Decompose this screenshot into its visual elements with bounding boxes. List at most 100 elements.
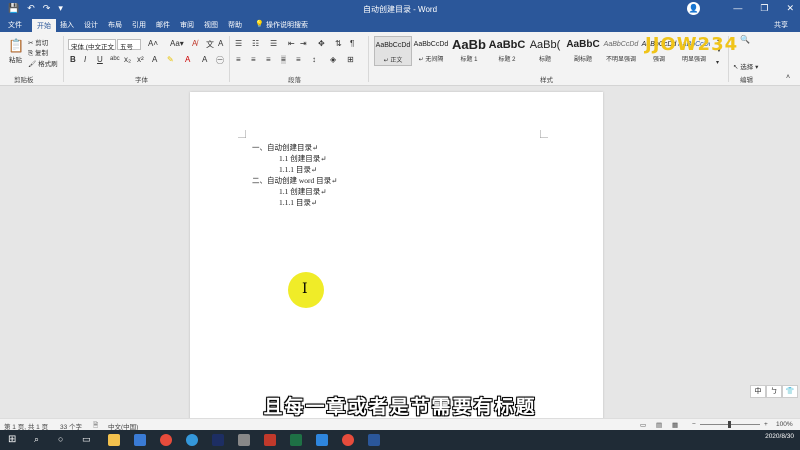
ime-skin-button[interactable]: 👕 — [782, 385, 798, 398]
font-case-icon[interactable]: Aa▾ — [170, 39, 184, 48]
phone-icon[interactable] — [316, 434, 328, 446]
browser-icon[interactable] — [134, 434, 146, 446]
document-page[interactable]: 一、自动创建目录↵ 1.1 创建目录↵ 1.1.1 目录↵ 二、自动创建 wor… — [190, 92, 603, 422]
font-color-icon[interactable]: A — [185, 55, 190, 64]
style-subtle-emphasis[interactable]: AaBbCcDd 不明显强调 — [602, 36, 640, 66]
select-button[interactable]: ↖ 选择 ▾ — [733, 61, 758, 71]
subscript-icon[interactable]: x₂ — [124, 55, 131, 64]
cut-button[interactable]: ✂ 剪切 — [28, 37, 48, 47]
tool-icon[interactable] — [238, 434, 250, 446]
text-effects-icon[interactable]: A — [152, 55, 157, 64]
ime-mode-button[interactable]: 中 — [750, 385, 766, 398]
show-marks-icon[interactable]: ¶ — [350, 39, 354, 48]
user-avatar-icon[interactable]: 👤 — [687, 2, 700, 15]
tab-design[interactable]: 设计 — [84, 20, 98, 30]
collapse-ribbon-icon[interactable]: ˄ — [786, 74, 790, 81]
tab-review[interactable]: 审阅 — [180, 20, 194, 30]
tab-help[interactable]: 帮助 — [228, 20, 242, 30]
task-view-icon[interactable]: ▭ — [82, 434, 94, 446]
format-painter-button[interactable]: 🖌 格式刷 — [28, 58, 58, 68]
multilevel-list-icon[interactable]: ☰ — [270, 39, 277, 48]
tab-file[interactable]: 文件 — [8, 20, 22, 30]
align-center-icon[interactable]: ≡ — [251, 55, 256, 64]
tab-home[interactable]: 开始 — [32, 19, 56, 32]
style-heading-1[interactable]: AaBb 标题 1 — [450, 36, 488, 66]
print-layout-icon[interactable]: ▤ — [656, 421, 662, 429]
toc-line-2[interactable]: 1.1 创建目录↵ — [279, 153, 327, 164]
zoom-in-icon[interactable]: + — [764, 421, 768, 428]
italic-icon[interactable]: I — [84, 55, 86, 64]
shading-icon[interactable]: A — [202, 55, 207, 64]
increase-indent-icon[interactable]: ⇥ — [300, 39, 307, 48]
grow-font-icon[interactable]: A˄ — [148, 39, 158, 48]
find-icon[interactable]: 🔍 — [740, 35, 750, 44]
share-button[interactable]: 共享 — [774, 20, 788, 30]
web-layout-icon[interactable]: ▦ — [672, 421, 678, 429]
sort-icon[interactable]: ⇅ — [335, 39, 342, 48]
style-normal[interactable]: AaBbCcDd ↵ 正文 — [374, 36, 412, 66]
char-border-icon[interactable]: A — [218, 39, 223, 48]
font-size-select[interactable]: 五号 — [117, 39, 141, 51]
copy-button[interactable]: ⎘ 复制 — [28, 47, 48, 58]
style-subtitle[interactable]: AaBbC 副标题 — [564, 36, 602, 66]
zoom-out-icon[interactable]: − — [692, 421, 696, 428]
bullets-icon[interactable]: ☰ — [235, 39, 242, 48]
chrome-icon[interactable] — [160, 434, 172, 446]
style-heading-2[interactable]: AaBbC 标题 2 — [488, 36, 526, 66]
cortana-icon[interactable]: ○ — [58, 434, 70, 446]
tab-mailings[interactable]: 邮件 — [156, 20, 170, 30]
paste-button[interactable]: 粘贴 — [9, 54, 22, 64]
distributed-icon[interactable]: ≡ — [296, 55, 301, 64]
tab-references[interactable]: 引用 — [132, 20, 146, 30]
windows-start-icon[interactable]: ⊞ — [8, 434, 20, 446]
decrease-indent-icon[interactable]: ⇤ — [288, 39, 295, 48]
toc-line-1[interactable]: 一、自动创建目录↵ — [252, 142, 318, 153]
style-no-spacing[interactable]: AaBbCcDd ↵ 无间隔 — [412, 36, 450, 66]
file-explorer-icon[interactable] — [108, 434, 120, 446]
borders-icon[interactable]: ⊞ — [347, 55, 354, 64]
excel-icon[interactable] — [290, 434, 302, 446]
toc-line-3[interactable]: 1.1.1 目录↵ — [279, 164, 317, 175]
read-mode-icon[interactable]: ▭ — [640, 421, 646, 429]
paste-icon[interactable]: 📋 — [8, 38, 24, 54]
zoom-slider-handle[interactable] — [728, 421, 731, 428]
align-left-icon[interactable]: ≡ — [236, 55, 241, 64]
phonetic-icon[interactable]: 文 — [206, 39, 214, 50]
close-icon[interactable]: ✕ — [786, 3, 794, 14]
align-right-icon[interactable]: ≡ — [266, 55, 271, 64]
enclose-char-icon[interactable]: ㊀ — [216, 55, 224, 66]
superscript-icon[interactable]: x² — [137, 55, 144, 64]
bold-icon[interactable]: B — [70, 55, 76, 64]
clock-date[interactable]: 2020/8/30 — [765, 433, 794, 440]
toc-line-6[interactable]: 1.1.1 目录↵ — [279, 197, 317, 208]
styles-more-icon[interactable]: ▾ — [716, 59, 719, 66]
word-icon[interactable] — [368, 434, 380, 446]
app-icon[interactable] — [186, 434, 198, 446]
clear-format-icon[interactable]: A̸ — [192, 39, 197, 48]
chinese-layout-icon[interactable]: ✥ — [318, 39, 325, 48]
screen-recorder-icon[interactable] — [212, 434, 224, 446]
numbering-icon[interactable]: ☷ — [252, 39, 259, 48]
tab-layout[interactable]: 布局 — [108, 20, 122, 30]
restore-icon[interactable]: ❐ — [760, 3, 768, 14]
record-icon[interactable] — [342, 434, 354, 446]
strikethrough-icon[interactable]: abc — [110, 56, 120, 62]
app2-icon[interactable] — [264, 434, 276, 446]
search-icon[interactable]: ⌕ — [34, 434, 46, 446]
toc-line-4[interactable]: 二、自动创建 word 目录↵ — [252, 175, 337, 186]
style-title[interactable]: AaBb( 标题 — [526, 36, 564, 66]
line-spacing-icon[interactable]: ↕ — [312, 55, 316, 64]
zoom-level[interactable]: 100% — [776, 421, 793, 428]
ime-punct-button[interactable]: ㄅ — [766, 385, 782, 398]
tell-me-search[interactable]: 操作说明搜索 — [266, 20, 308, 30]
style-sample: AaBbC — [566, 39, 600, 50]
font-name-select[interactable]: 宋体 (中文正文 — [68, 39, 116, 51]
highlight-icon[interactable]: ✎ — [167, 55, 174, 64]
toc-line-5[interactable]: 1.1 创建目录↵ — [279, 186, 327, 197]
justify-icon[interactable]: ≡ — [281, 55, 286, 64]
tab-view[interactable]: 视图 — [204, 20, 218, 30]
minimize-icon[interactable]: — — [733, 3, 742, 14]
shading-paragraph-icon[interactable]: ◈ — [330, 55, 336, 64]
tab-insert[interactable]: 插入 — [60, 20, 74, 30]
underline-icon[interactable]: U — [97, 55, 103, 64]
